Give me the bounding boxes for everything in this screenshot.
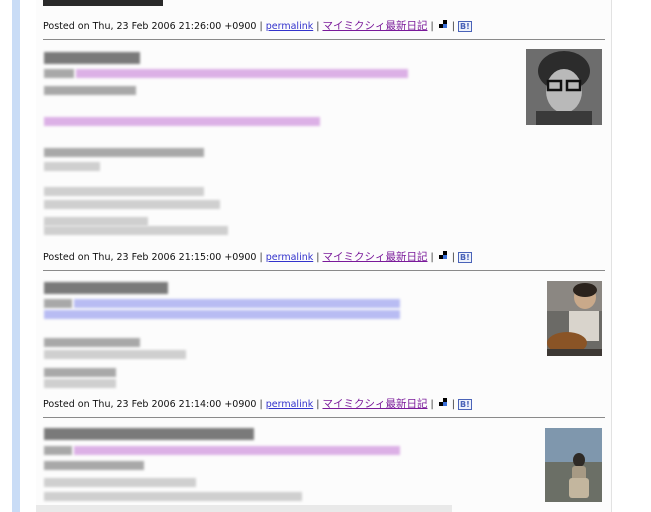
blog-content: Posted on Thu, 23 Feb 2006 21:26:00 +090…: [36, 0, 612, 512]
horizontal-scrollbar[interactable]: [36, 505, 452, 512]
hatena-bookmark-icon[interactable]: B!: [457, 399, 472, 410]
post-divider: [43, 417, 605, 418]
author-avatar-3: [545, 428, 602, 502]
mixi-diary-link[interactable]: マイミクシィ最新日記: [322, 251, 427, 263]
post-divider: [43, 270, 605, 271]
posted-on-label: Posted on: [43, 21, 93, 32]
post-timestamp: Thu, 23 Feb 2006 21:15:00 +0900: [92, 252, 257, 263]
post-meta-1: Posted on Thu, 23 Feb 2006 21:26:00 +090…: [43, 20, 472, 32]
left-rail: [12, 0, 20, 512]
hatena-bookmark-icon[interactable]: B!: [457, 252, 472, 263]
hatena-antenna-icon[interactable]: [437, 251, 449, 261]
avatar-photo-icon: [545, 428, 602, 502]
author-avatar-1: [526, 49, 602, 125]
permalink-link[interactable]: permalink: [266, 252, 314, 263]
hatena-antenna-icon[interactable]: [437, 398, 449, 408]
post-divider: [43, 39, 605, 40]
hatena-antenna-icon[interactable]: [437, 20, 449, 30]
mixi-diary-link[interactable]: マイミクシィ最新日記: [322, 20, 427, 32]
author-avatar-2: [547, 281, 602, 356]
posted-on-label: Posted on: [43, 399, 93, 410]
avatar-photo-icon: [547, 281, 602, 356]
mixi-diary-link[interactable]: マイミクシィ最新日記: [322, 398, 427, 410]
post-meta-2: Posted on Thu, 23 Feb 2006 21:15:00 +090…: [43, 251, 472, 263]
post-meta-3: Posted on Thu, 23 Feb 2006 21:14:00 +090…: [43, 398, 472, 410]
post-timestamp: Thu, 23 Feb 2006 21:14:00 +0900: [92, 399, 257, 410]
avatar-photo-icon: [526, 49, 602, 125]
previous-post-photo: [43, 0, 163, 6]
permalink-link[interactable]: permalink: [266, 399, 314, 410]
permalink-link[interactable]: permalink: [266, 21, 314, 32]
posted-on-label: Posted on: [43, 252, 93, 263]
hatena-bookmark-icon[interactable]: B!: [457, 21, 472, 32]
post-timestamp: Thu, 23 Feb 2006 21:26:00 +0900: [92, 21, 257, 32]
